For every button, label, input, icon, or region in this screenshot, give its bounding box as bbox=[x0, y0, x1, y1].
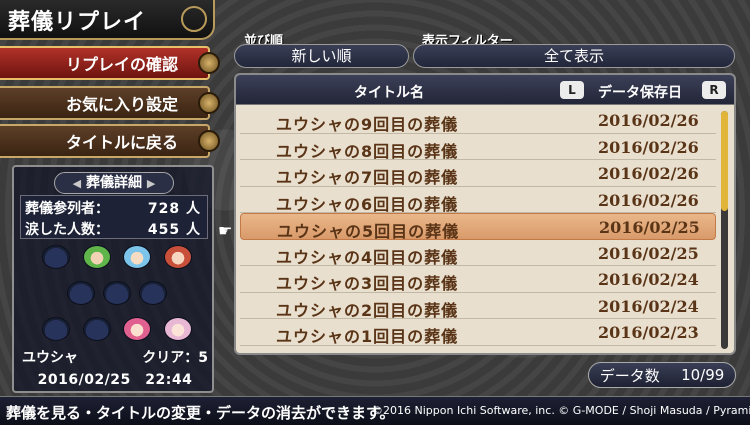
details-player-row: ユウシャ クリア：5 bbox=[22, 347, 208, 367]
list-item[interactable]: ユウシャの2回目の葬儀 2016/02/24 bbox=[240, 293, 716, 320]
tearful-row: 涙した人数： 455 人 bbox=[21, 217, 207, 238]
menu-back-to-title-button[interactable]: タイトルに戻る bbox=[0, 124, 220, 158]
list-scrollbar[interactable] bbox=[721, 111, 728, 349]
copyright-text: ©2016 Nippon Ichi Software, inc. © G-MOD… bbox=[372, 404, 750, 417]
arrow-left-icon: ◀ bbox=[72, 177, 82, 190]
list-item-selected[interactable]: ユウシャの5回目の葬儀 2016/02/25 bbox=[240, 213, 716, 241]
replay-title: ユウシャの1回目の葬儀 bbox=[276, 327, 459, 346]
replay-date: 2016/02/24 bbox=[598, 296, 699, 316]
avatar bbox=[123, 245, 152, 269]
list-item[interactable]: ユウシャの3回目の葬儀 2016/02/24 bbox=[240, 266, 716, 293]
tearful-value: 455 人 bbox=[147, 222, 201, 238]
list-item[interactable]: ユウシャの8回目の葬儀 2016/02/26 bbox=[240, 134, 716, 161]
list-item[interactable]: ユウシャの6回目の葬儀 2016/02/26 bbox=[240, 187, 716, 214]
replay-title: ユウシャの8回目の葬儀 bbox=[276, 141, 459, 161]
arrow-right-icon: ▶ bbox=[146, 177, 156, 190]
avatar-grid bbox=[42, 245, 192, 353]
avatar-placeholder bbox=[139, 281, 167, 305]
replay-title: ユウシャの4回目の葬儀 bbox=[276, 247, 459, 267]
help-text: 葬儀を見る・タイトルの変更・データの消去ができます。 bbox=[6, 404, 395, 422]
menu-item-label: お気に入り設定 bbox=[65, 95, 178, 114]
sort-select[interactable]: 新しい順 bbox=[234, 44, 409, 68]
replay-date: 2016/02/26 bbox=[598, 164, 699, 183]
avatar-placeholder bbox=[42, 245, 70, 269]
replay-title: ユウシャの5回目の葬儀 bbox=[277, 222, 460, 241]
avatar-placeholder bbox=[42, 317, 70, 341]
screen-title: 葬儀リプレイ bbox=[8, 10, 147, 35]
data-count-badge: データ数 10/99 bbox=[588, 362, 736, 388]
list-item[interactable]: ユウシャの1回目の葬儀 2016/02/23 bbox=[240, 319, 716, 346]
filter-select[interactable]: 全て表示 bbox=[413, 44, 735, 68]
replay-date: 2016/02/25 bbox=[598, 243, 699, 263]
col-date-header: データ保存日 bbox=[598, 85, 682, 101]
replay-date: 2016/02/26 bbox=[598, 111, 699, 130]
avatar bbox=[163, 245, 192, 269]
replay-list-panel: タイトル名 L データ保存日 R ユウシャの9回目の葬儀 2016/02/26 … bbox=[234, 73, 736, 355]
clear-count: クリア：5 bbox=[142, 350, 208, 366]
help-bar: 葬儀を見る・タイトルの変更・データの消去ができます。 ©2016 Nippon … bbox=[0, 396, 750, 425]
details-header-label: 葬儀詳細 bbox=[86, 175, 142, 191]
details-stats: 葬儀参列者： 728 人 涙した人数： 455 人 bbox=[20, 195, 208, 239]
player-name: ユウシャ bbox=[22, 350, 78, 366]
replay-date: 2016/02/26 bbox=[598, 137, 699, 157]
avatar-placeholder bbox=[67, 281, 95, 305]
knob-icon bbox=[198, 52, 220, 74]
avatar-placeholder bbox=[103, 281, 131, 305]
avatar bbox=[163, 317, 192, 341]
replay-title: ユウシャの2回目の葬儀 bbox=[276, 300, 459, 320]
replay-rows: ユウシャの9回目の葬儀 2016/02/26 ユウシャの8回目の葬儀 2016/… bbox=[240, 107, 716, 346]
knob-icon bbox=[198, 92, 220, 114]
menu-item-label: タイトルに戻る bbox=[65, 133, 178, 152]
col-title-header: タイトル名 bbox=[354, 85, 424, 101]
menu-replay-confirm-button[interactable]: リプレイの確認 bbox=[0, 46, 220, 80]
hand-pointer-icon: ☛ bbox=[218, 221, 233, 240]
menu-item-label: リプレイの確認 bbox=[65, 55, 178, 74]
avatar bbox=[82, 245, 111, 269]
replay-title: ユウシャの9回目の葬儀 bbox=[276, 115, 459, 134]
r-key-icon[interactable]: R bbox=[702, 81, 726, 99]
avatar bbox=[123, 317, 152, 341]
list-header: タイトル名 L データ保存日 R bbox=[236, 75, 734, 105]
knob-icon bbox=[198, 130, 220, 152]
list-item[interactable]: ユウシャの9回目の葬儀 2016/02/26 bbox=[240, 107, 716, 134]
replay-title: ユウシャの3回目の葬儀 bbox=[276, 274, 459, 293]
tearful-label: 涙した人数： bbox=[25, 222, 109, 238]
ornament-icon bbox=[181, 6, 207, 32]
replay-title: ユウシャの7回目の葬儀 bbox=[276, 168, 459, 187]
menu-favorite-settings-button[interactable]: お気に入り設定 bbox=[0, 86, 220, 120]
avatar-placeholder bbox=[82, 317, 111, 341]
replay-date: 2016/02/25 bbox=[599, 218, 700, 237]
list-item[interactable]: ユウシャの4回目の葬儀 2016/02/25 bbox=[240, 240, 716, 267]
screen-title-banner: 葬儀リプレイ bbox=[0, 0, 215, 40]
attendees-row: 葬儀参列者： 728 人 bbox=[21, 196, 207, 217]
scrollbar-thumb[interactable] bbox=[721, 111, 728, 211]
details-header: ◀ 葬儀詳細 ▶ bbox=[54, 172, 174, 194]
replay-date: 2016/02/24 bbox=[598, 270, 699, 289]
list-item[interactable]: ユウシャの7回目の葬儀 2016/02/26 bbox=[240, 160, 716, 187]
details-datetime: 2016/02/25 22:44 bbox=[37, 372, 193, 388]
attendees-label: 葬儀参列者： bbox=[25, 201, 109, 217]
attendees-value: 728 人 bbox=[147, 201, 201, 217]
l-key-icon[interactable]: L bbox=[560, 81, 584, 99]
replay-title: ユウシャの6回目の葬儀 bbox=[276, 194, 459, 214]
replay-date: 2016/02/23 bbox=[598, 323, 699, 342]
replay-date: 2016/02/26 bbox=[598, 190, 699, 210]
funeral-details-panel: ◀ 葬儀詳細 ▶ 葬儀参列者： 728 人 涙した人数： 455 人 ユウシャ … bbox=[12, 165, 214, 393]
data-count-label: データ数 bbox=[599, 366, 660, 385]
data-count-value: 10/99 bbox=[681, 366, 725, 384]
